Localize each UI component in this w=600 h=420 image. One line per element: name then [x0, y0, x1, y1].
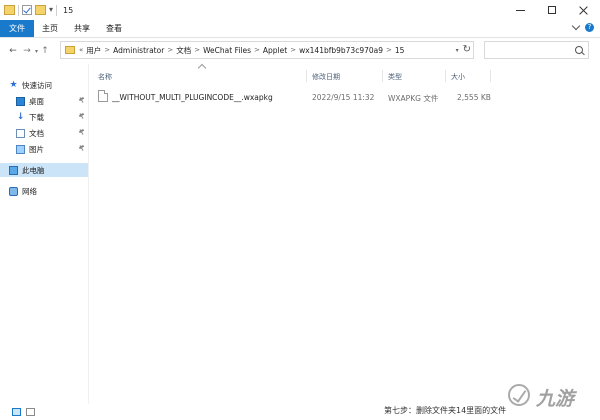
minimize-button[interactable] [504, 0, 536, 20]
folder-icon [65, 46, 75, 54]
file-explorer-window: ▾ 15 文件 主页 共享 查看 ? ← → ▾ ↑ « 用户 > Admini… [0, 0, 600, 420]
download-icon: ↓ [16, 111, 25, 122]
desktop-icon [16, 96, 25, 106]
breadcrumb-item[interactable]: wx141bfb9b73c970a9 [299, 46, 383, 55]
maximize-button[interactable] [536, 0, 568, 20]
column-divider[interactable] [490, 70, 491, 82]
breadcrumb-item[interactable]: WeChat Files [203, 46, 251, 55]
large-icons-view-icon[interactable] [26, 408, 35, 416]
new-folder-icon[interactable] [35, 5, 46, 15]
pin-icon[interactable] [79, 97, 84, 103]
file-row[interactable]: __WITHOUT_MULTI_PLUGINCODE__.wxapkg 2022… [90, 88, 600, 106]
tab-home[interactable]: 主页 [34, 20, 66, 37]
breadcrumb-separator[interactable]: > [104, 46, 110, 54]
search-box[interactable] [484, 41, 589, 63]
address-bar[interactable]: « 用户 > Administrator > 文档 > WeChat Files… [60, 41, 474, 59]
refresh-icon[interactable]: ↻ [463, 43, 471, 57]
sidebar-item-label: 桌面 [29, 96, 44, 106]
file-modified: 2022/9/15 11:32 [312, 93, 375, 102]
file-name: __WITHOUT_MULTI_PLUGINCODE__.wxapkg [112, 93, 273, 102]
breadcrumb-item[interactable]: 用户 [86, 45, 101, 56]
computer-icon [9, 165, 18, 175]
pin-icon[interactable] [79, 129, 84, 135]
navigation-pane: ★ 快速访问 桌面 ↓ 下载 文档 图片 此电脑 网络 [0, 70, 88, 404]
sidebar-item-label: 下载 [29, 112, 44, 122]
navigation-bar: ← → ▾ ↑ « 用户 > Administrator > 文档 > WeCh… [0, 38, 600, 64]
ribbon-tabs: 文件 主页 共享 查看 ? [0, 20, 600, 38]
pin-icon[interactable] [79, 145, 84, 151]
watermark: 九游 [508, 378, 596, 410]
column-header-size[interactable]: 大小 [451, 72, 465, 82]
pane-divider[interactable] [88, 64, 89, 404]
sidebar-item-label: 快速访问 [22, 80, 52, 90]
breadcrumb: 用户 > Administrator > 文档 > WeChat Files >… [86, 45, 404, 56]
network-icon [9, 186, 18, 196]
sidebar-item-label: 文档 [29, 128, 44, 138]
address-bar-controls: ▾ ↻ [456, 43, 471, 57]
column-header-type[interactable]: 类型 [388, 72, 402, 82]
pictures-icon [16, 144, 25, 154]
forward-arrow-icon[interactable]: → [20, 44, 34, 58]
sidebar-item-desktop[interactable]: 桌面 [0, 94, 88, 108]
breadcrumb-separator[interactable]: > [386, 46, 392, 54]
jiuyou-logo-icon [508, 384, 530, 406]
up-arrow-icon[interactable]: ↑ [38, 44, 52, 58]
properties-icon[interactable] [22, 5, 32, 15]
address-history-dropdown[interactable]: ▾ [456, 47, 459, 54]
column-header-name[interactable]: 名称 [98, 72, 112, 82]
quick-access-toolbar: ▾ [4, 4, 58, 16]
details-view-icon[interactable] [12, 408, 21, 416]
breadcrumb-item[interactable]: Applet [263, 46, 287, 55]
breadcrumb-separator[interactable]: > [167, 46, 173, 54]
search-input[interactable] [489, 47, 573, 63]
sidebar-item-network[interactable]: 网络 [0, 184, 88, 198]
sidebar-item-label: 网络 [22, 186, 37, 196]
breadcrumb-item[interactable]: 文档 [176, 45, 191, 56]
sidebar-item-pictures[interactable]: 图片 [0, 142, 88, 156]
column-divider[interactable] [306, 70, 307, 82]
tab-file[interactable]: 文件 [0, 20, 34, 37]
help-icon[interactable]: ? [585, 23, 594, 32]
documents-icon [16, 128, 25, 138]
column-header-modified[interactable]: 修改日期 [312, 72, 340, 82]
window-controls [504, 0, 600, 20]
star-icon: ★ [9, 79, 18, 90]
file-type: WXAPKG 文件 [388, 94, 439, 103]
customize-toolbar-dropdown[interactable]: ▾ [49, 5, 53, 15]
sidebar-item-label: 图片 [29, 144, 44, 154]
pin-icon[interactable] [79, 113, 84, 119]
column-headers: 名称 修改日期 类型 大小 [90, 63, 600, 86]
window-title: 15 [63, 5, 74, 15]
ribbon-right-controls: ? [571, 21, 594, 32]
tutorial-caption: 第七步：删除文件夹14里面的文件 [384, 406, 507, 415]
tab-share[interactable]: 共享 [66, 20, 98, 37]
toolbar-divider [18, 4, 19, 16]
title-bar: ▾ 15 [0, 0, 600, 20]
sidebar-item-this-pc[interactable]: 此电脑 [0, 163, 88, 177]
breadcrumb-separator[interactable]: > [290, 46, 296, 54]
column-divider[interactable] [382, 70, 383, 82]
breadcrumb-item[interactable]: Administrator [113, 46, 164, 55]
sidebar-item-quick-access[interactable]: ★ 快速访问 [0, 78, 88, 92]
search-icon[interactable] [575, 46, 583, 54]
file-icon [98, 90, 108, 102]
tab-view[interactable]: 查看 [98, 20, 130, 37]
watermark-text: 九游 [536, 388, 575, 410]
back-arrow-icon[interactable]: ← [6, 44, 20, 58]
folder-icon [4, 5, 15, 15]
sort-ascending-icon [197, 63, 207, 73]
breadcrumb-separator[interactable]: > [194, 46, 200, 54]
sidebar-item-label: 此电脑 [22, 165, 45, 175]
file-size: 2,555 KB [457, 93, 491, 102]
close-button[interactable] [568, 0, 600, 20]
sidebar-item-downloads[interactable]: ↓ 下载 [0, 110, 88, 124]
breadcrumb-separator[interactable]: > [254, 46, 260, 54]
column-divider[interactable] [445, 70, 446, 82]
breadcrumb-overflow[interactable]: « [79, 46, 83, 54]
toolbar-divider [56, 4, 58, 16]
breadcrumb-item[interactable]: 15 [395, 46, 405, 55]
expand-ribbon-chevron-icon[interactable] [571, 21, 581, 31]
sidebar-item-documents[interactable]: 文档 [0, 126, 88, 140]
